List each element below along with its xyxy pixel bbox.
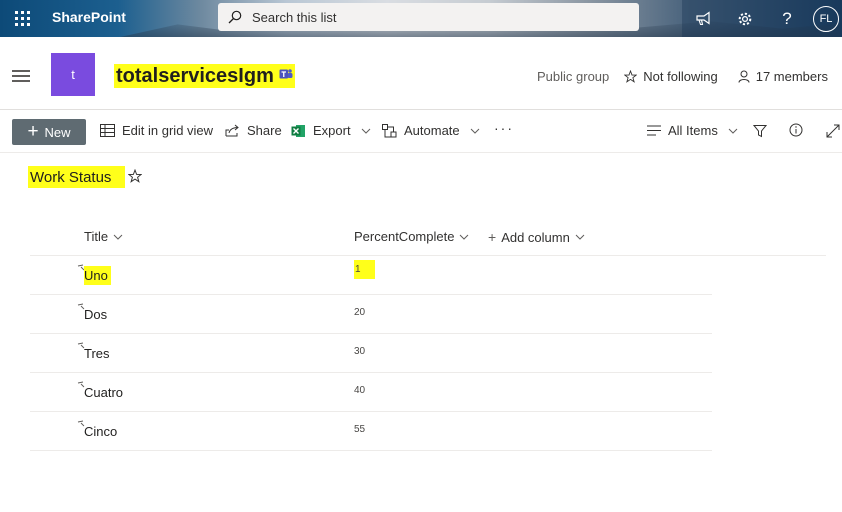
view-label: All Items — [668, 123, 718, 138]
export-label: Export — [313, 123, 351, 138]
share-label: Share — [247, 123, 282, 138]
teams-icon[interactable] — [279, 67, 293, 85]
list-title[interactable]: Work Status — [28, 166, 126, 188]
members-button[interactable]: 17 members — [738, 69, 828, 84]
search-icon — [218, 10, 252, 24]
filter-icon[interactable] — [753, 124, 767, 138]
chevron-down-icon — [361, 128, 370, 134]
table-row[interactable]: Uno 1 — [30, 256, 712, 295]
group-type-label: Public group — [537, 69, 610, 84]
account-button[interactable]: FL — [808, 0, 842, 37]
command-bar: + New Edit in grid view Share Export Aut… — [0, 111, 842, 153]
item-percent: 40 — [354, 385, 366, 396]
settings-gear-icon[interactable] — [724, 0, 766, 37]
column-header-percent[interactable]: PercentComplete — [354, 229, 469, 244]
item-title-link[interactable]: Tres — [84, 346, 110, 361]
automate-icon — [382, 123, 397, 137]
edit-grid-label: Edit in grid view — [122, 123, 214, 138]
members-label: 17 members — [755, 69, 828, 84]
info-icon[interactable] — [789, 123, 803, 137]
new-label: New — [44, 124, 71, 140]
avatar: FL — [813, 5, 839, 32]
item-percent: 20 — [354, 307, 366, 318]
site-title[interactable]: totalservicesIgm — [114, 64, 295, 88]
add-column-label: Add column — [501, 229, 570, 245]
item-title-link[interactable]: Dos — [84, 307, 107, 322]
item-title-link[interactable]: Uno — [84, 266, 111, 285]
share-button[interactable]: Share — [225, 123, 282, 138]
megaphone-icon[interactable] — [682, 0, 724, 37]
person-icon — [738, 70, 750, 83]
table-row[interactable]: Cinco 55 — [30, 412, 712, 451]
column-title-label: Title — [84, 229, 109, 244]
view-selector[interactable]: All Items — [647, 123, 738, 138]
column-percent-label: PercentComplete — [354, 229, 455, 244]
table-row[interactable]: Tres 30 — [30, 334, 712, 373]
chevron-down-icon — [575, 234, 585, 240]
column-header-title[interactable]: Title — [84, 229, 123, 244]
share-icon — [225, 124, 239, 137]
site-logo[interactable]: t — [51, 53, 95, 96]
suite-bar: SharePoint ? FL — [0, 0, 842, 37]
site-header: t totalservicesIgm Public group Not foll… — [0, 37, 842, 110]
expand-icon[interactable] — [826, 124, 840, 138]
list-view-icon — [647, 125, 661, 136]
edit-grid-button[interactable]: Edit in grid view — [100, 123, 213, 138]
item-percent: 55 — [354, 424, 366, 435]
item-title-link[interactable]: Cuatro — [84, 385, 123, 400]
chevron-down-icon — [113, 234, 123, 240]
help-icon[interactable]: ? — [766, 0, 808, 37]
chevron-down-icon — [728, 128, 738, 134]
app-launcher-icon[interactable] — [0, 0, 44, 37]
site-title-text: totalservicesIgm — [116, 65, 274, 87]
table-row[interactable]: Cuatro 40 — [30, 373, 712, 412]
more-options-icon[interactable]: ··· — [494, 120, 514, 136]
excel-icon — [291, 124, 305, 137]
hamburger-menu-icon[interactable] — [12, 70, 30, 85]
star-outline-icon — [624, 70, 638, 83]
add-column-button[interactable]: + Add column — [488, 229, 585, 245]
favorite-star-icon[interactable] — [127, 168, 143, 188]
item-percent: 1 — [354, 260, 375, 279]
table-row[interactable]: Dos 20 — [30, 295, 712, 334]
export-button[interactable]: Export — [291, 123, 371, 138]
chevron-down-icon — [470, 128, 480, 134]
list-title-text: Work Status — [30, 168, 112, 186]
new-button[interactable]: + New — [12, 119, 86, 145]
follow-button[interactable]: Not following — [624, 69, 718, 84]
app-name[interactable]: SharePoint — [52, 0, 126, 37]
item-percent: 30 — [354, 346, 366, 357]
list-header-row: Title PercentComplete + Add column — [30, 218, 826, 256]
plus-icon: + — [27, 120, 39, 142]
automate-button[interactable]: Automate — [382, 123, 480, 138]
search-box[interactable] — [218, 3, 639, 31]
follow-label: Not following — [643, 69, 718, 84]
automate-label: Automate — [404, 123, 460, 138]
search-input[interactable] — [252, 9, 622, 25]
plus-icon: + — [488, 229, 497, 245]
grid-icon — [100, 124, 115, 137]
chevron-down-icon — [460, 234, 469, 240]
item-title-link[interactable]: Cinco — [84, 424, 117, 439]
